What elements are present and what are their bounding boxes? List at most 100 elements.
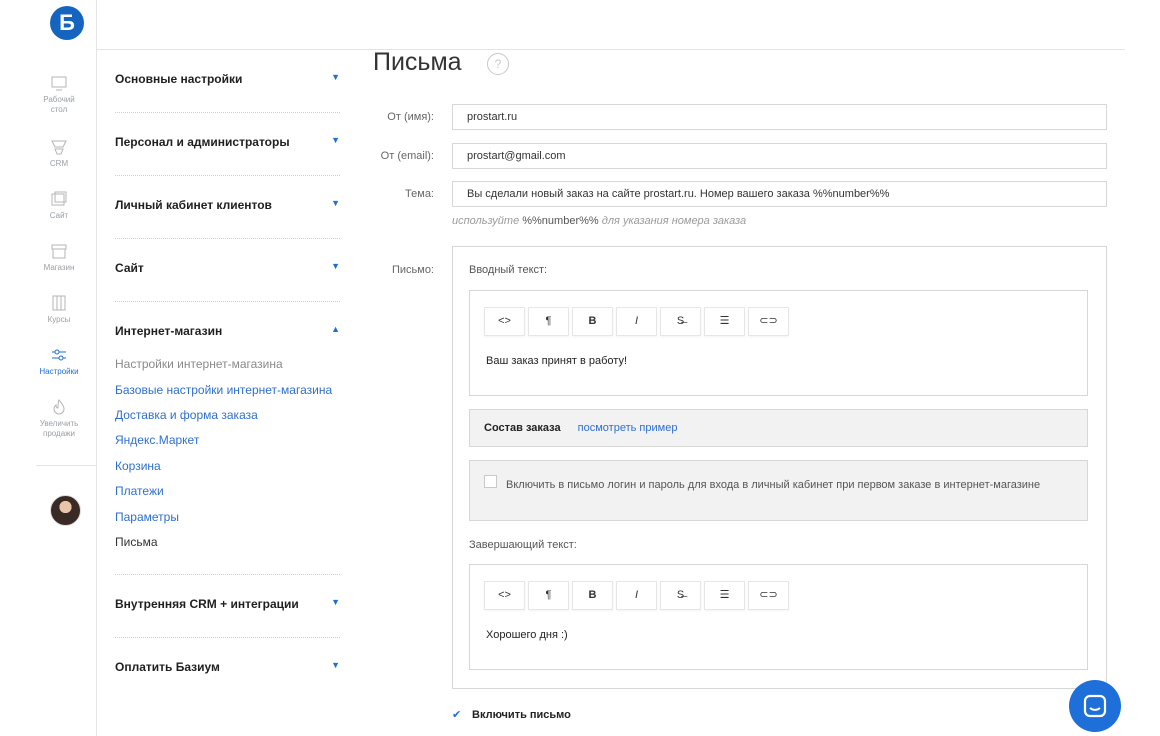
sliders-icon — [52, 349, 66, 361]
rail-label: Рабочий стол — [43, 95, 75, 114]
enable-letter-row[interactable]: ✔ Включить письмо — [452, 709, 571, 721]
submenu-item-delivery[interactable]: Доставка и форма заказа — [115, 403, 340, 429]
rail-label: Курсы — [47, 315, 71, 324]
submenu-item-cart[interactable]: Корзина — [115, 454, 340, 480]
menu-section-crm[interactable]: Внутренняя CRM + интеграции ▼ — [115, 575, 340, 638]
intro-text-label: Вводный текст: — [469, 264, 548, 276]
from-email-input[interactable]: prostart@gmail.com — [452, 143, 1107, 169]
italic-icon[interactable]: I — [616, 307, 657, 336]
rail-item-courses[interactable]: Курсы — [36, 294, 82, 325]
submenu-item-payments[interactable]: Платежи — [115, 479, 340, 505]
rail-label: CRM — [49, 159, 69, 168]
from-name-input[interactable]: prostart.ru — [452, 104, 1107, 130]
chevron-down-icon: ▼ — [331, 659, 340, 670]
editor-toolbar: <> ¶ B I S̶ ☰ ⊂⊃ — [484, 581, 792, 610]
order-example-link[interactable]: посмотреть пример — [578, 422, 678, 434]
chevron-up-icon: ▲ — [331, 324, 340, 334]
menu-section-client-cabinet[interactable]: Личный кабинет клиентов ▼ — [115, 176, 340, 239]
enable-letter-label: Включить письмо — [472, 709, 571, 721]
rail-item-desktop[interactable]: Рабочий стол — [36, 74, 82, 115]
book-icon — [52, 295, 66, 311]
rail-label: Сайт — [49, 211, 69, 220]
rail-label: Настройки — [39, 367, 79, 376]
page-title: Письма — [373, 48, 462, 76]
menu-section-title: Основные настройки — [115, 72, 243, 86]
strikethrough-icon[interactable]: S̶ — [660, 581, 701, 610]
menu-section-title: Внутренняя CRM + интеграции — [115, 596, 299, 611]
letter-label: Письмо: — [391, 264, 434, 276]
intro-text-editor[interactable]: <> ¶ B I S̶ ☰ ⊂⊃ Ваш заказ принят в рабо… — [469, 290, 1088, 396]
subject-input[interactable]: Вы сделали новый заказ на сайте prostart… — [452, 181, 1107, 207]
rail-label: Увеличить продажи — [39, 419, 79, 438]
chevron-down-icon: ▼ — [331, 135, 340, 145]
submenu-item-yandex-market[interactable]: Яндекс.Маркет — [115, 428, 340, 454]
menu-section-title: Персонал и администраторы — [115, 135, 290, 149]
include-login-label[interactable]: Включить в письмо логин и пароль для вхо… — [484, 474, 1044, 496]
rail-divider — [36, 465, 97, 466]
intro-text-content[interactable]: Ваш заказ принят в работу! — [486, 355, 627, 367]
rail-item-store[interactable]: Магазин — [36, 242, 82, 273]
rail-item-site[interactable]: Сайт — [36, 190, 82, 221]
bold-icon[interactable]: B — [572, 307, 613, 336]
menu-section-shop[interactable]: Интернет-магазин ▲ Настройки интернет-ма… — [115, 302, 340, 575]
order-contents-title: Состав заказа — [484, 422, 561, 434]
closing-text-label: Завершающий текст: — [469, 539, 577, 551]
from-email-label: От (email): — [380, 150, 434, 162]
menu-section-staff[interactable]: Персонал и администраторы ▼ — [115, 113, 340, 176]
list-icon[interactable]: ☰ — [704, 581, 745, 610]
app-logo[interactable]: Б — [50, 6, 84, 40]
menu-section-pay[interactable]: Оплатить Базиум ▼ — [115, 638, 340, 701]
italic-icon[interactable]: I — [616, 581, 657, 610]
chevron-down-icon: ▼ — [331, 596, 340, 607]
help-icon[interactable]: ? — [487, 53, 509, 75]
menu-section-title: Оплатить Базиум — [115, 659, 220, 674]
rail-label: Магазин — [43, 263, 75, 272]
code-icon[interactable]: <> — [484, 307, 525, 336]
submenu-item-letters[interactable]: Письма — [115, 530, 340, 556]
rail-item-crm[interactable]: CRM — [36, 138, 82, 169]
shop-submenu: Настройки интернет-магазина Базовые наст… — [115, 302, 340, 556]
subject-label: Тема: — [405, 188, 434, 200]
chevron-down-icon: ▼ — [331, 72, 340, 82]
checkmark-icon[interactable]: ✔ — [452, 709, 464, 721]
submenu-item-parameters[interactable]: Параметры — [115, 505, 340, 531]
hint-prefix: используйте — [452, 215, 520, 227]
subject-hint: используйте %%number%% для указания номе… — [452, 215, 746, 227]
rail-item-settings[interactable]: Настройки — [36, 346, 82, 377]
menu-section-title: Интернет-магазин — [115, 324, 223, 338]
link-icon[interactable]: ⊂⊃ — [748, 307, 789, 336]
bold-icon[interactable]: B — [572, 581, 613, 610]
editor-toolbar: <> ¶ B I S̶ ☰ ⊂⊃ — [484, 307, 792, 336]
browser-icon — [51, 191, 67, 206]
closing-text-editor[interactable]: <> ¶ B I S̶ ☰ ⊂⊃ Хорошего дня :) — [469, 564, 1088, 670]
store-icon — [51, 244, 67, 259]
funnel-icon — [51, 140, 67, 155]
hint-suffix: для указания номера заказа — [601, 215, 747, 227]
chevron-down-icon: ▼ — [331, 198, 340, 208]
chevron-down-icon: ▼ — [331, 261, 340, 271]
flame-icon — [53, 398, 65, 415]
hint-code: %%number%% — [522, 215, 599, 227]
submenu-item-base-settings[interactable]: Базовые настройки интернет-магазина — [115, 378, 340, 403]
code-icon[interactable]: <> — [484, 581, 525, 610]
link-icon[interactable]: ⊂⊃ — [748, 581, 789, 610]
menu-section-title: Сайт — [115, 261, 144, 275]
list-icon[interactable]: ☰ — [704, 307, 745, 336]
menu-section-title: Личный кабинет клиентов — [115, 198, 272, 212]
chat-button[interactable] — [1069, 680, 1121, 732]
closing-text-content[interactable]: Хорошего дня :) — [486, 629, 568, 641]
submenu-item-shop-settings[interactable]: Настройки интернет-магазина — [115, 352, 340, 378]
strikethrough-icon[interactable]: S̶ — [660, 307, 701, 336]
menu-section-basic[interactable]: Основные настройки ▼ — [115, 50, 340, 113]
user-avatar[interactable] — [50, 495, 81, 526]
order-contents-bar: Состав заказа посмотреть пример — [469, 409, 1088, 447]
settings-menu: Основные настройки ▼ Персонал и админист… — [115, 50, 340, 701]
menu-section-site[interactable]: Сайт ▼ — [115, 239, 340, 302]
login-option-box: Включить в письмо логин и пароль для вхо… — [469, 460, 1088, 521]
rail-item-boost-sales[interactable]: Увеличить продажи — [36, 398, 82, 439]
from-name-label: От (имя): — [387, 111, 434, 123]
paragraph-icon[interactable]: ¶ — [528, 581, 569, 610]
monitor-icon — [51, 76, 67, 91]
chat-bubble-icon — [1083, 694, 1107, 718]
paragraph-icon[interactable]: ¶ — [528, 307, 569, 336]
